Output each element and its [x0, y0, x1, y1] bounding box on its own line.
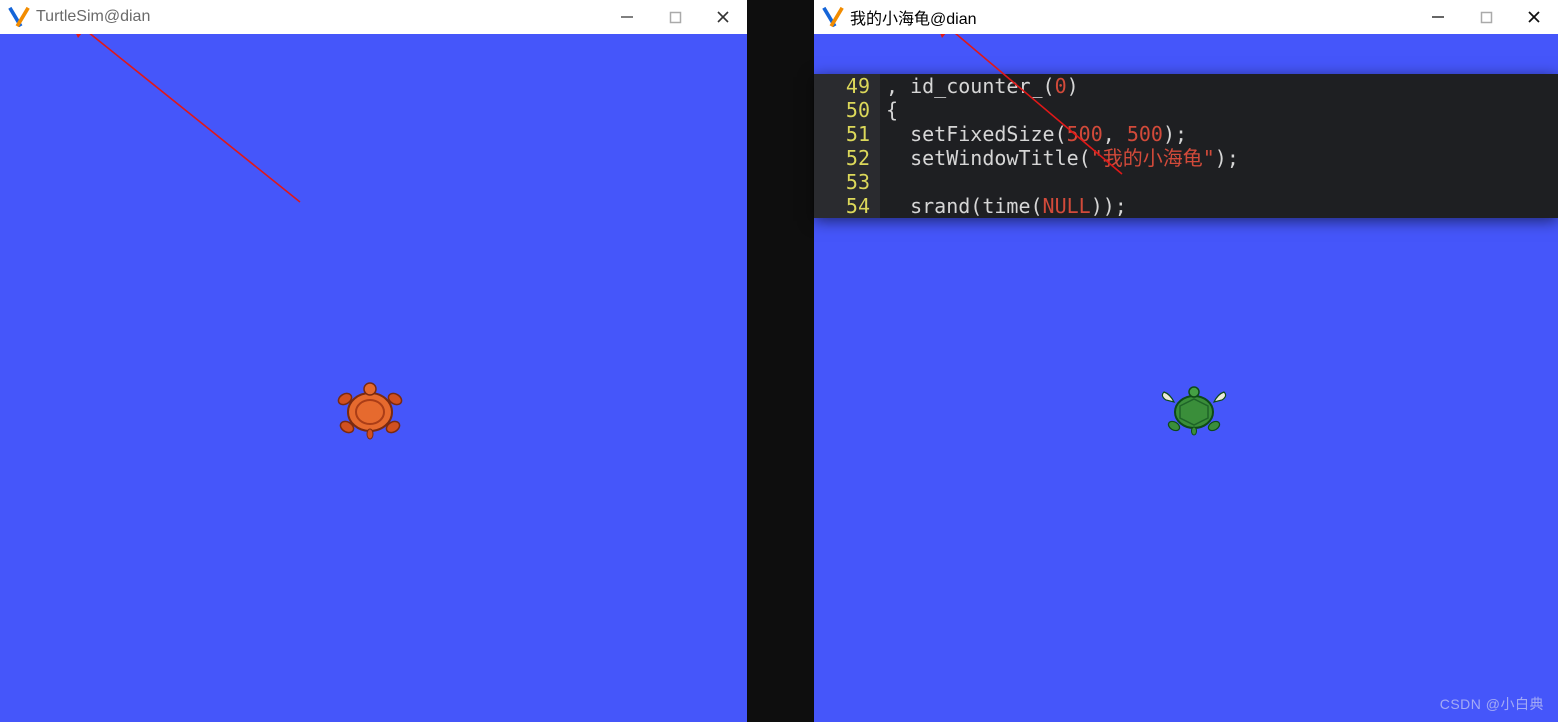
line-number: 50	[814, 98, 880, 122]
code-line: 54 srand(time(NULL));	[814, 194, 1558, 218]
turtle-orange	[333, 381, 407, 443]
window-turtlesim: TurtleSim@dian	[0, 0, 747, 722]
titlebar-right[interactable]: 我的小海龟@dian	[814, 0, 1558, 34]
maximize-button[interactable]	[1476, 7, 1496, 27]
x11-icon	[8, 6, 30, 28]
code-content: srand(time(NULL));	[880, 194, 1127, 218]
code-content: {	[880, 98, 898, 122]
window-title: 我的小海龟@dian	[850, 5, 977, 29]
minimize-button[interactable]	[1428, 7, 1448, 27]
code-line: 51 setFixedSize(500, 500);	[814, 122, 1558, 146]
window-controls	[1428, 7, 1544, 27]
line-number: 54	[814, 194, 880, 218]
maximize-button[interactable]	[665, 7, 685, 27]
titlebar-left[interactable]: TurtleSim@dian	[0, 0, 747, 34]
minimize-button[interactable]	[617, 7, 637, 27]
code-content: , id_counter_(0)	[880, 74, 1079, 98]
code-panel: 49, id_counter_(0)50{51 setFixedSize(500…	[814, 74, 1558, 218]
turtle-canvas-right[interactable]: 49, id_counter_(0)50{51 setFixedSize(500…	[814, 34, 1558, 722]
code-line: 50{	[814, 98, 1558, 122]
annotation-arrow	[0, 34, 310, 209]
code-content: setWindowTitle("我的小海龟");	[880, 146, 1239, 170]
window-title: TurtleSim@dian	[36, 8, 150, 26]
code-line: 52 setWindowTitle("我的小海龟");	[814, 146, 1558, 170]
window-myturtle: 我的小海龟@dian 49, id_counter_(0)50{51 setFi…	[814, 0, 1558, 722]
code-content: setFixedSize(500, 500);	[880, 122, 1187, 146]
line-number: 49	[814, 74, 880, 98]
window-controls	[617, 7, 733, 27]
watermark: CSDN @小白典	[1440, 694, 1544, 714]
line-number: 52	[814, 146, 880, 170]
turtle-green	[1160, 384, 1228, 440]
turtle-canvas-left[interactable]	[0, 34, 747, 722]
code-line: 53	[814, 170, 1558, 194]
line-number: 51	[814, 122, 880, 146]
x11-icon	[822, 6, 844, 28]
code-line: 49, id_counter_(0)	[814, 74, 1558, 98]
close-button[interactable]	[1524, 7, 1544, 27]
workspace: TurtleSim@dian	[0, 0, 1558, 722]
line-number: 53	[814, 170, 880, 194]
window-divider	[747, 0, 814, 722]
close-button[interactable]	[713, 7, 733, 27]
